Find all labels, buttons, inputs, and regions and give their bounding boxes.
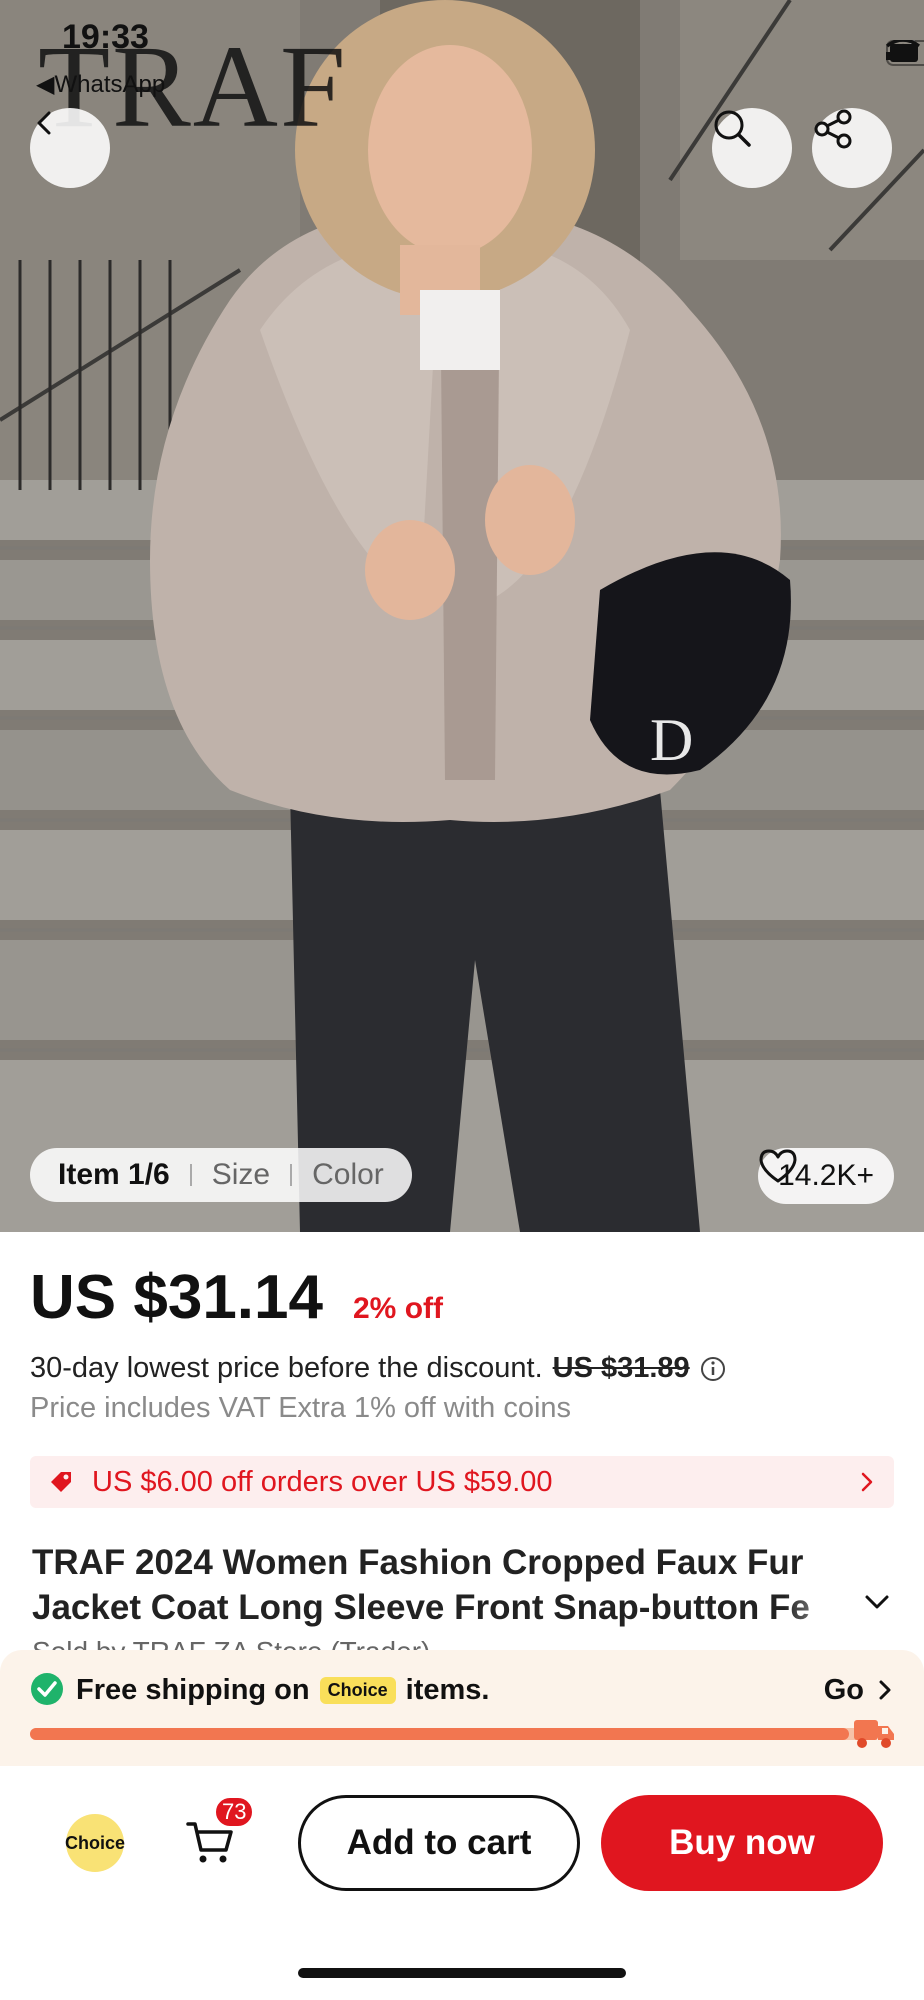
coupon-banner[interactable]: US $6.00 off orders over US $59.00 <box>30 1456 894 1508</box>
home-indicator[interactable] <box>298 1968 626 1978</box>
search-button[interactable] <box>712 108 792 188</box>
chevron-left-icon <box>37 111 51 135</box>
truck-icon <box>854 1720 894 1748</box>
share-button[interactable] <box>812 108 892 188</box>
lowest-price-note: 30-day lowest price before the discount.… <box>30 1352 726 1385</box>
product-image[interactable]: D TRAF 19:33 ◀WhatsApp Item 1/6 Size Col… <box>0 0 924 1232</box>
color-option[interactable]: Color <box>312 1158 384 1192</box>
status-back-link[interactable]: ◀WhatsApp <box>36 70 165 99</box>
shipping-text-end: items. <box>405 1674 490 1706</box>
search-icon <box>714 110 751 147</box>
wishlist-button[interactable]: 14.2K+ <box>758 1148 894 1204</box>
choice-button[interactable]: Choice <box>65 1814 125 1872</box>
divider <box>189 1164 192 1186</box>
check-circle-icon <box>31 1673 63 1705</box>
shipping-progress-track <box>30 1728 874 1740</box>
choice-tag: Choice <box>319 1677 396 1704</box>
battery-icon <box>886 40 924 66</box>
price-row: US $31.14 2% off <box>30 1262 443 1333</box>
svg-text:D: D <box>650 707 693 773</box>
divider <box>290 1164 293 1186</box>
free-shipping-bar[interactable]: Free shipping on Choice items. Go <box>0 1650 924 1766</box>
chevron-down-icon[interactable] <box>862 1590 892 1614</box>
shipping-text: Free shipping on <box>76 1674 310 1706</box>
cart-count-badge: 73 <box>214 1796 255 1828</box>
info-icon[interactable] <box>700 1356 726 1382</box>
image-counter: Item 1/6 <box>58 1158 170 1191</box>
go-link[interactable]: Go <box>824 1674 864 1707</box>
buy-now-button[interactable]: Buy now <box>601 1795 883 1891</box>
product-photo: D <box>0 0 924 1232</box>
product-title-line1: TRAF 2024 Women Fashion Cropped Faux Fur <box>32 1543 804 1582</box>
product-title-line2: Jacket Coat Long Sleeve Front Snap-butto… <box>32 1588 810 1627</box>
image-options-pill[interactable]: Item 1/6 Size Color <box>30 1148 412 1202</box>
heart-icon <box>759 1149 797 1183</box>
share-icon <box>814 109 852 149</box>
tag-icon <box>51 1472 71 1492</box>
back-button[interactable] <box>30 108 110 188</box>
current-price: US $31.14 <box>30 1263 323 1332</box>
discount-badge: 2% off <box>353 1292 443 1325</box>
product-title[interactable]: TRAF 2024 Women Fashion Cropped Faux Fur… <box>32 1540 862 1630</box>
add-to-cart-button[interactable]: Add to cart <box>298 1795 580 1891</box>
chevron-right-icon <box>879 1680 891 1700</box>
shipping-progress-fill <box>30 1728 849 1740</box>
original-price: US $31.89 <box>552 1352 690 1384</box>
chevron-right-icon <box>861 1472 873 1492</box>
seller-link[interactable]: Sold by TRAF ZA Store (Trader) <box>32 1636 430 1650</box>
status-back-app: WhatsApp <box>54 71 166 98</box>
free-shipping-label: Free shipping on Choice items. <box>76 1674 489 1707</box>
back-triangle-icon: ◀ <box>36 71 55 98</box>
vat-note: Price includes VAT Extra 1% off with coi… <box>30 1392 572 1424</box>
coupon-text: US $6.00 off orders over US $59.00 <box>92 1465 553 1498</box>
status-time: 19:33 <box>62 18 149 56</box>
size-option[interactable]: Size <box>212 1158 270 1192</box>
lowest-price-text: 30-day lowest price before the discount. <box>30 1352 543 1384</box>
